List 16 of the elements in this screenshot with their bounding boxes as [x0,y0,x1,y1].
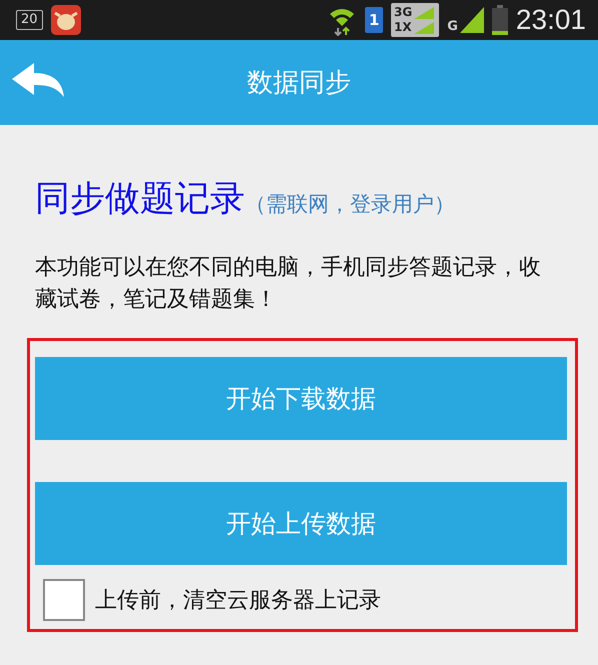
battery-icon [492,5,508,35]
description: 本功能可以在您不同的电脑，手机同步答题记录，收藏试卷，笔记及错题集！ [35,254,542,314]
page-title: 数据同步 [247,67,351,100]
section-title: 同步做题记录 [35,178,245,221]
notification-count: 20 [16,10,43,30]
signal-icon [460,7,484,33]
checkbox[interactable] [43,579,85,621]
mobile-network-indicator: 3G 1X [391,3,440,37]
checkbox-label: 上传前，清空云服务器上记录 [95,587,381,615]
sim-card-icon: 1 [365,7,384,33]
clock: 23:01 [516,4,586,36]
network-type: G [447,19,458,34]
section-subtitle: （需联网，登录用户） [245,191,455,218]
sync-button[interactable]: 开始下载数据 [35,357,567,440]
cow-app-icon [50,5,81,35]
sync-button[interactable]: 开始上传数据 [35,482,567,565]
